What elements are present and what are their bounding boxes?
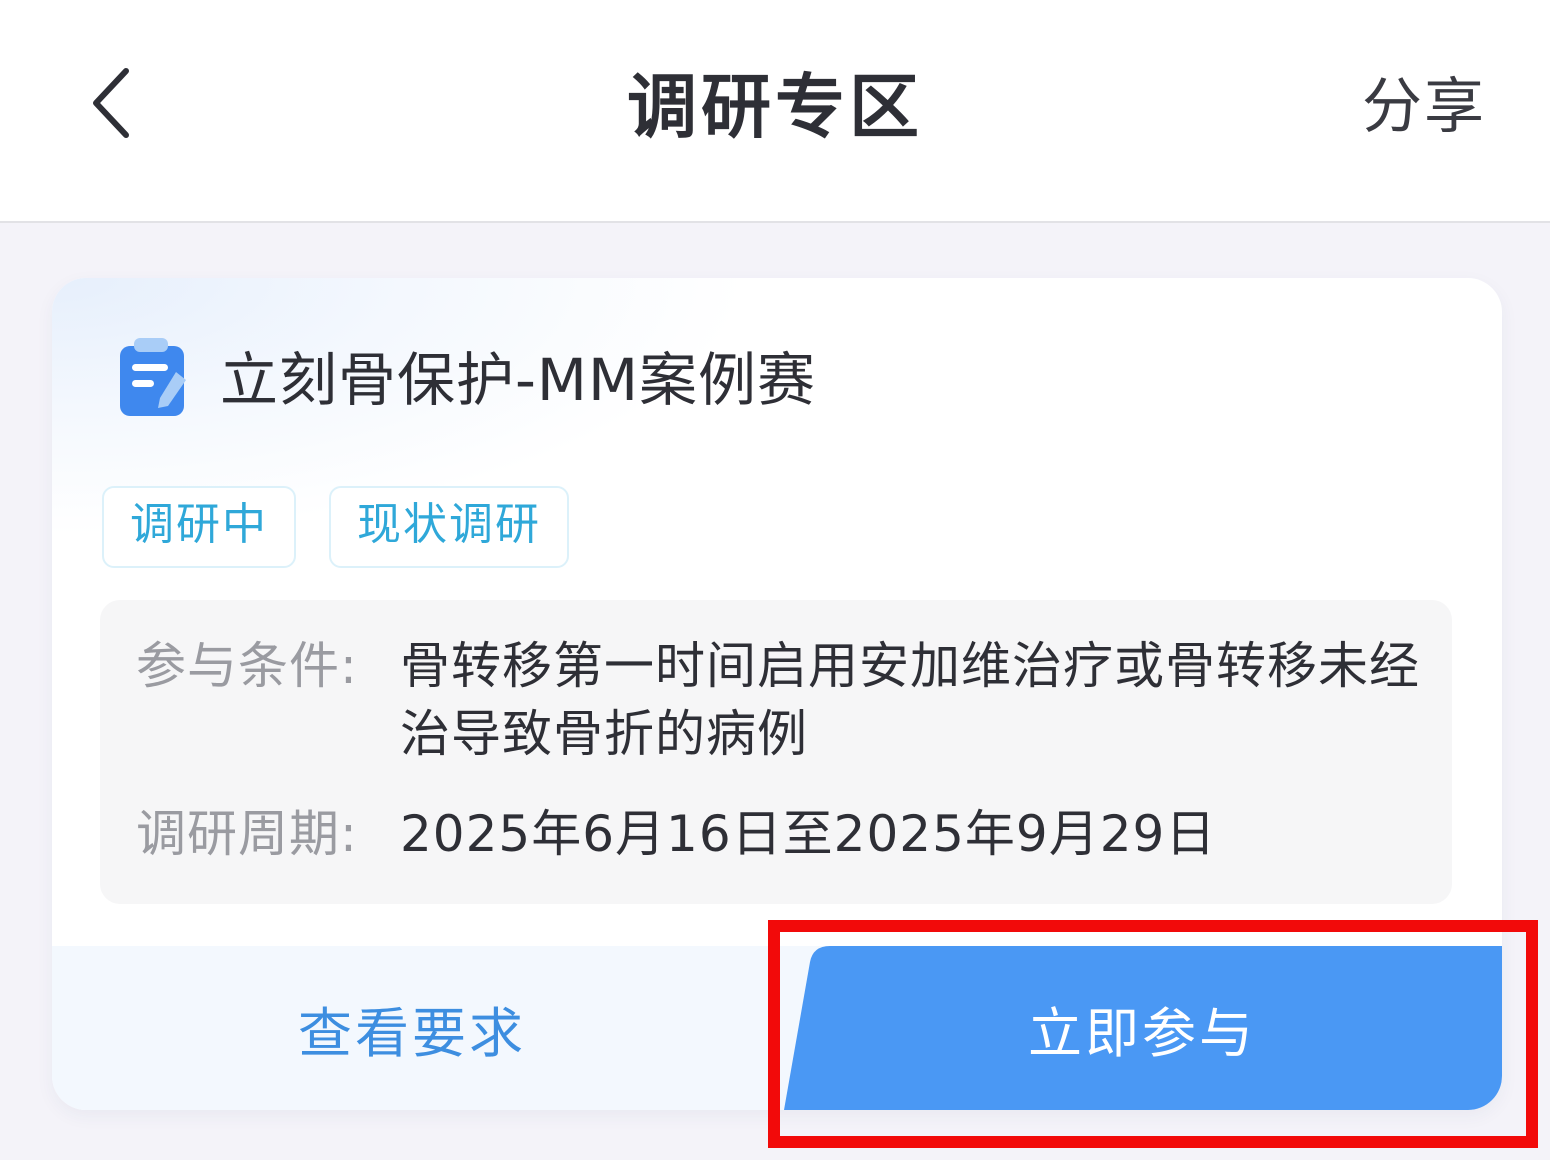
period-value: 2025年6月16日至2025年9月29日	[400, 805, 1217, 863]
join-now-button[interactable]: 立即参与	[782, 946, 1502, 1110]
condition-value: 骨转移第一时间启用安加维治疗或骨转移未经治导致骨折的病例	[400, 637, 1420, 763]
condition-label: 参与条件:	[136, 637, 358, 695]
period-label: 调研周期:	[136, 805, 358, 863]
survey-info-box: 参与条件: 骨转移第一时间启用安加维治疗或骨转移未经治导致骨折的病例 调研周期:…	[100, 600, 1452, 904]
survey-card: 立刻骨保护-MM案例赛 调研中 现状调研 参与条件: 骨转移第一时间启用安加维治…	[52, 278, 1502, 1110]
page-title: 调研专区	[627, 66, 923, 148]
top-nav-bar: 调研专区 分享	[0, 0, 1550, 223]
view-requirements-button[interactable]: 查看要求	[52, 946, 772, 1110]
survey-title: 立刻骨保护-MM案例赛	[220, 346, 817, 414]
type-badge: 现状调研	[329, 486, 569, 568]
share-button[interactable]: 分享	[1362, 62, 1486, 152]
status-badge: 调研中	[102, 486, 296, 568]
clipboard-edit-icon	[118, 338, 188, 418]
